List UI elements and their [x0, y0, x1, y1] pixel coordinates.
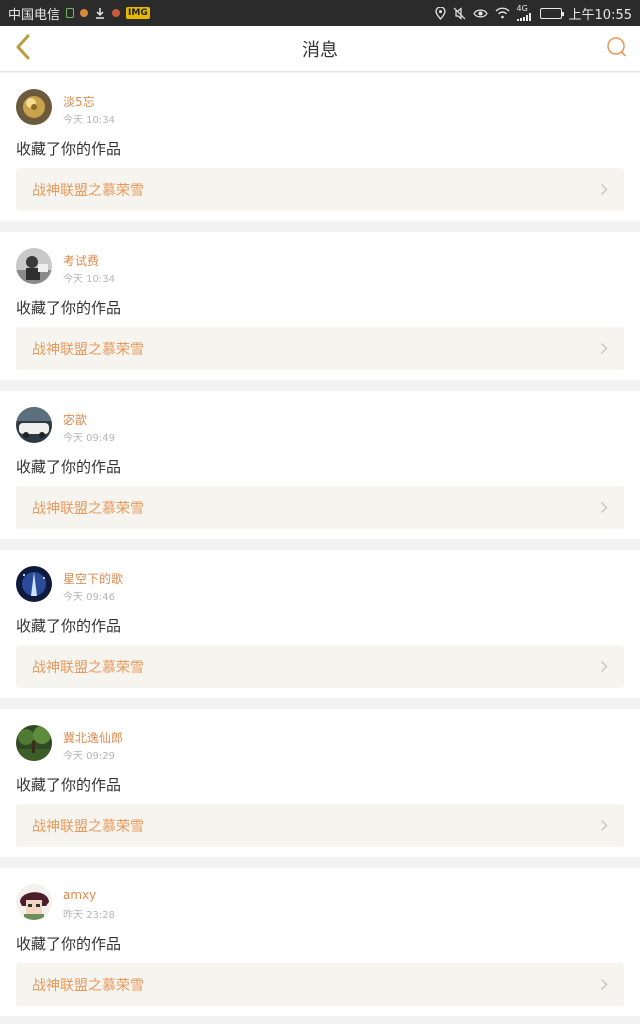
action-text: 收藏了你的作品 — [16, 299, 122, 317]
avatar[interactable] — [16, 725, 52, 761]
notification-icon — [80, 9, 89, 17]
work-title: 战神联盟之慕荣雪 — [32, 500, 144, 517]
message-list: 淡5忘 今天 10:34 收藏了你的作品 战神联盟之慕荣雪 考试费 今天 10:… — [0, 73, 640, 1024]
download-icon — [94, 7, 106, 19]
chevron-right-icon — [600, 342, 608, 355]
page-title: 消息 — [302, 39, 338, 61]
avatar[interactable] — [16, 89, 52, 125]
message-card: 淡5忘 今天 10:34 收藏了你的作品 战神联盟之慕荣雪 — [0, 73, 640, 221]
work-title: 战神联盟之慕荣雪 — [32, 818, 144, 835]
timestamp: 今天 09:49 — [63, 433, 115, 444]
avatar[interactable] — [16, 884, 52, 920]
location-icon — [434, 6, 446, 20]
user-name[interactable]: amxy — [63, 888, 96, 902]
avatar[interactable] — [16, 407, 52, 443]
eye-icon — [472, 8, 488, 19]
nav-bar: 消息 — [0, 26, 640, 72]
chevron-left-icon — [14, 34, 32, 64]
work-title: 战神联盟之慕荣雪 — [32, 659, 144, 676]
work-title: 战神联盟之慕荣雪 — [32, 977, 144, 994]
action-text: 收藏了你的作品 — [16, 458, 122, 476]
user-name[interactable]: 考试费 — [63, 252, 99, 269]
timestamp: 今天 10:34 — [63, 274, 115, 285]
message-card: amxy 昨天 23:28 收藏了你的作品 战神联盟之慕荣雪 — [0, 868, 640, 1016]
carrier-name: 中国电信 — [8, 7, 61, 23]
image-badge-icon: IMG — [126, 7, 150, 19]
work-link[interactable]: 战神联盟之慕荣雪 — [16, 486, 624, 529]
chevron-right-icon — [600, 819, 608, 832]
clock: 上午10:55 — [568, 7, 632, 23]
message-card: 宓歆 今天 09:49 收藏了你的作品 战神联盟之慕荣雪 — [0, 391, 640, 539]
search-button[interactable] — [602, 34, 632, 64]
user-name[interactable]: 淡5忘 — [63, 93, 95, 110]
action-text: 收藏了你的作品 — [16, 935, 122, 953]
battery-icon — [539, 7, 564, 19]
user-name[interactable]: 星空下的歌 — [63, 570, 123, 587]
avatar[interactable] — [16, 248, 52, 284]
status-bar: 中国电信 IMG 4G 上午10:55 — [0, 0, 640, 26]
work-link[interactable]: 战神联盟之慕荣雪 — [16, 645, 624, 688]
work-link[interactable]: 战神联盟之慕荣雪 — [16, 327, 624, 370]
user-name[interactable]: 宓歆 — [63, 411, 87, 428]
action-text: 收藏了你的作品 — [16, 140, 122, 158]
work-link[interactable]: 战神联盟之慕荣雪 — [16, 804, 624, 847]
back-button[interactable] — [8, 34, 38, 64]
timestamp: 今天 10:34 — [63, 115, 115, 126]
avatar[interactable] — [16, 566, 52, 602]
timestamp: 今天 09:29 — [63, 751, 115, 762]
message-card: 考试费 今天 10:34 收藏了你的作品 战神联盟之慕荣雪 — [0, 232, 640, 380]
signal-icon: 4G — [516, 5, 533, 21]
user-name[interactable]: 冀北逸仙郎 — [63, 729, 123, 746]
chevron-right-icon — [600, 501, 608, 514]
action-text: 收藏了你的作品 — [16, 776, 122, 794]
app-notification-icon — [112, 9, 121, 17]
search-icon — [606, 36, 628, 62]
work-link[interactable]: 战神联盟之慕荣雪 — [16, 168, 624, 211]
work-link[interactable]: 战神联盟之慕荣雪 — [16, 963, 624, 1006]
wifi-icon — [495, 7, 510, 19]
message-card: 冀北逸仙郎 今天 09:29 收藏了你的作品 战神联盟之慕荣雪 — [0, 709, 640, 857]
work-title: 战神联盟之慕荣雪 — [32, 341, 144, 358]
work-title: 战神联盟之慕荣雪 — [32, 182, 144, 199]
timestamp: 昨天 23:28 — [63, 910, 115, 921]
sim-icon — [66, 8, 75, 18]
chevron-right-icon — [600, 660, 608, 673]
timestamp: 今天 09:46 — [63, 592, 115, 603]
message-card: 星空下的歌 今天 09:46 收藏了你的作品 战神联盟之慕荣雪 — [0, 550, 640, 698]
mute-icon — [453, 6, 466, 20]
action-text: 收藏了你的作品 — [16, 617, 122, 635]
chevron-right-icon — [600, 183, 608, 196]
chevron-right-icon — [600, 978, 608, 991]
